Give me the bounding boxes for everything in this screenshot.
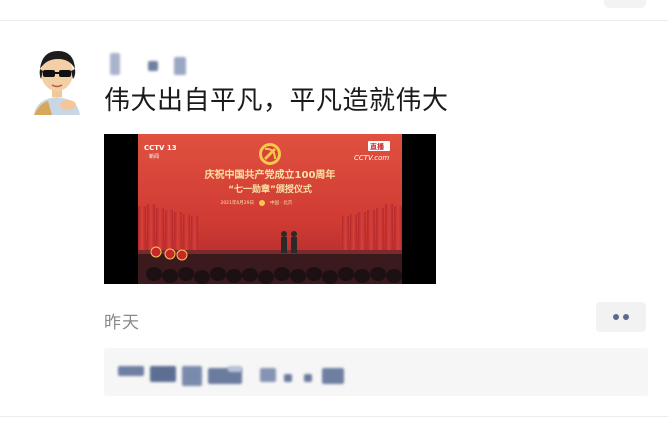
post-divider (0, 416, 668, 417)
likes-area-redacted[interactable] (104, 348, 648, 396)
previous-post-action (604, 0, 646, 8)
previous-post-edge (0, 0, 668, 21)
post-timestamp: 昨天 (104, 313, 140, 333)
post-text: 伟大出自平凡，平凡造就伟大 (104, 86, 449, 116)
party-emblem-icon (259, 143, 281, 165)
more-button[interactable] (596, 302, 646, 332)
live-badge: 直播 (370, 142, 385, 151)
cartoon-avatar-icon (34, 51, 80, 115)
channel-logo: CCTV 13 (144, 144, 177, 152)
video-date: 2021年6月29日 (220, 199, 254, 206)
video-thumbnail[interactable]: CCTV 13 新闻 直播 CCTV.com 庆祝中国共产党成立100周年 “七… (104, 134, 436, 284)
avatar[interactable] (22, 45, 92, 115)
moments-post: 伟大出自平凡，平凡造就伟大 CCTV 13 新闻 直播 CCTV.com 庆祝中… (0, 21, 668, 428)
cctv-watermark: CCTV.com (354, 154, 389, 162)
channel-sub: 新闻 (149, 153, 159, 160)
medal-icon (259, 200, 265, 206)
username-redacted[interactable] (104, 49, 204, 75)
video-location: 中国 · 北京 (270, 199, 293, 206)
video-title-line2: “七一勋章”颁授仪式 (228, 183, 312, 195)
video-title-line1: 庆祝中国共产党成立100周年 (204, 168, 336, 181)
